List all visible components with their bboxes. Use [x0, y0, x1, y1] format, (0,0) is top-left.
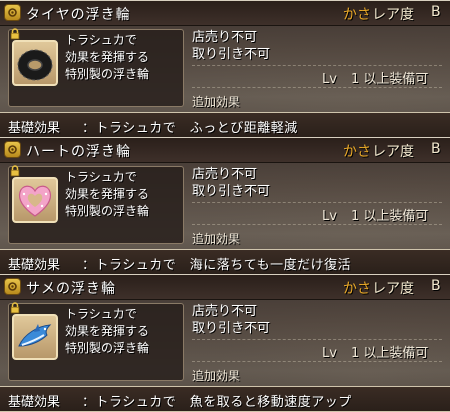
panel-header: ハートの浮き輪 かさ レア度 B — [0, 138, 450, 163]
base-effect-value: ：トラシュカで ふっとび距離軽減 — [82, 121, 298, 136]
rarity-value: B — [431, 141, 441, 157]
sub-effect-label: 追加効果 — [192, 232, 241, 246]
divider — [192, 224, 442, 225]
lock-icon — [10, 165, 20, 177]
sub-effect-label: 追加効果 — [192, 95, 241, 109]
accessory-category-icon — [4, 4, 21, 21]
lock-icon — [10, 28, 20, 40]
item-description: トラシュカで 効果を発揮する 特別製の浮き輪 — [65, 307, 150, 355]
item-card[interactable]: トラシュカで 効果を発揮する 特別製の浮き輪 — [8, 28, 184, 107]
divider — [192, 361, 442, 362]
not-tradeable-label: 取り引き不可 — [192, 184, 271, 199]
panel-header: サメの浮き輪 かさ レア度 B — [0, 275, 450, 300]
accessory-category-icon — [4, 278, 21, 295]
kasa-label: かさ — [343, 7, 371, 23]
item-name: タイヤの浮き輪 — [26, 7, 131, 23]
item-name: ハートの浮き輪 — [26, 144, 131, 160]
shark-float-icon — [12, 314, 58, 360]
divider — [192, 339, 442, 340]
rarity-label: レア度 — [372, 144, 414, 160]
base-effect-label: 基礎効果 — [8, 395, 61, 410]
level-requirement: Lv 1 以上装備可 — [322, 209, 429, 224]
base-effect-value: ：トラシュカで 海に落ちても一度だけ復活 — [82, 258, 352, 273]
divider — [192, 87, 442, 88]
base-effect-label: 基礎効果 — [8, 258, 61, 273]
not-sellable-label: 店売り不可 — [192, 167, 258, 182]
rarity-label: レア度 — [372, 7, 414, 23]
rarity-value: B — [431, 278, 441, 294]
item-properties: 店売り不可 取り引き不可 — [192, 166, 270, 200]
sub-effect-label: 追加効果 — [192, 369, 241, 383]
item-description: トラシュカで 効果を発揮する 特別製の浮き輪 — [65, 33, 150, 81]
not-tradeable-label: 取り引き不可 — [192, 47, 271, 62]
tire-float-icon — [12, 40, 58, 86]
kasa-label: かさ — [343, 281, 371, 297]
lock-icon — [10, 302, 20, 314]
rarity-value: B — [431, 4, 441, 20]
level-requirement: Lv 1 以上装備可 — [322, 72, 429, 87]
heart-float-icon — [12, 177, 58, 223]
rarity-label: レア度 — [372, 281, 414, 297]
accessory-panel-heart: ハートの浮き輪 かさ レア度 B トラシュカで 効果を発揮する 特別製の浮き輪 … — [0, 137, 450, 275]
item-card[interactable]: トラシュカで 効果を発揮する 特別製の浮き輪 — [8, 302, 184, 381]
base-effect-bar: 基礎効果 ：トラシュカで 海に落ちても一度だけ復活 — [0, 249, 450, 275]
divider — [192, 202, 442, 203]
base-effect-value: ：トラシュカで 魚を取ると移動速度アップ — [82, 395, 352, 410]
item-properties: 店売り不可 取り引き不可 — [192, 303, 270, 337]
not-tradeable-label: 取り引き不可 — [192, 321, 271, 336]
accessory-panel-tire: タイヤの浮き輪 かさ レア度 B トラシュカで 効果を発揮する 特別製の浮き輪 … — [0, 0, 450, 138]
base-effect-bar: 基礎効果 ：トラシュカで 魚を取ると移動速度アップ — [0, 386, 450, 412]
item-description: トラシュカで 効果を発揮する 特別製の浮き輪 — [65, 170, 150, 218]
divider — [192, 65, 442, 66]
base-effect-label: 基礎効果 — [8, 121, 61, 136]
level-requirement: Lv 1 以上装備可 — [322, 346, 429, 361]
not-sellable-label: 店売り不可 — [192, 304, 258, 319]
item-card[interactable]: トラシュカで 効果を発揮する 特別製の浮き輪 — [8, 165, 184, 244]
accessory-panel-shark: サメの浮き輪 かさ レア度 B トラシュカで 効果を発揮する 特別製の浮き輪 店… — [0, 274, 450, 412]
item-name: サメの浮き輪 — [26, 281, 116, 297]
accessory-category-icon — [4, 141, 21, 158]
base-effect-bar: 基礎効果 ：トラシュカで ふっとび距離軽減 — [0, 112, 450, 138]
not-sellable-label: 店売り不可 — [192, 30, 258, 45]
item-properties: 店売り不可 取り引き不可 — [192, 29, 270, 63]
kasa-label: かさ — [343, 144, 371, 160]
panel-header: タイヤの浮き輪 かさ レア度 B — [0, 1, 450, 26]
